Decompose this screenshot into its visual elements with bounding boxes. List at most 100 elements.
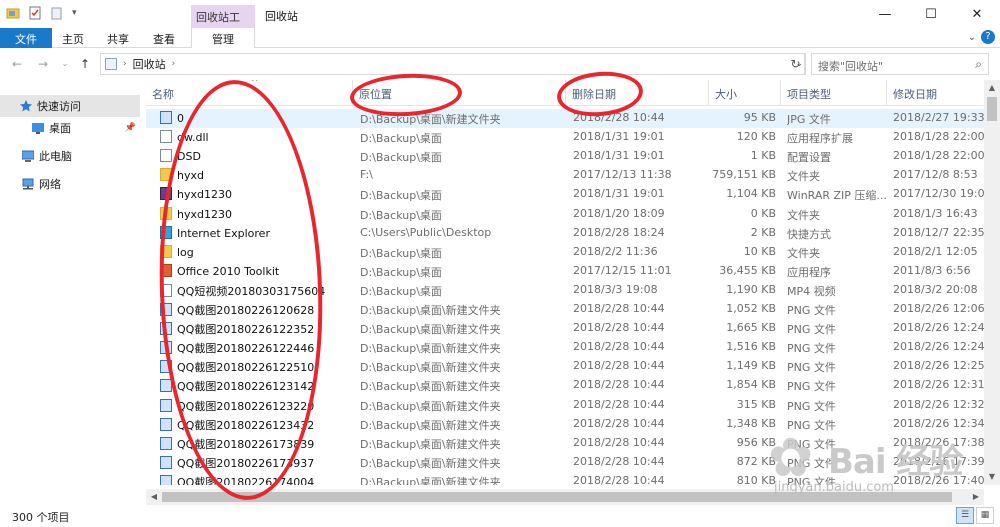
original-location: F:\ xyxy=(360,168,373,182)
tab-home[interactable]: 主页 xyxy=(52,28,94,48)
img-file-icon xyxy=(160,417,172,431)
tab-file[interactable]: 文件 xyxy=(0,28,52,48)
original-location: D:\Backup\桌面\新建文件夹 xyxy=(360,418,501,432)
file-name-cell: dw.dll xyxy=(160,130,350,144)
file-name-cell: QQ截图20180226122352 xyxy=(160,321,350,337)
address-bar[interactable]: › 回收站 › ⌄ xyxy=(100,53,806,75)
item-type: PNG 文件 xyxy=(787,304,836,317)
file-name: QQ短视频20180303175604 xyxy=(177,284,326,298)
table-row[interactable]: 0 D:\Backup\桌面\新建文件夹 2018/2/28 10:44 95 KB J… xyxy=(146,109,984,128)
tab-share[interactable]: 共享 xyxy=(97,28,139,48)
table-row[interactable]: QQ短视频20180303175604 D:\Backup\桌面 2018/3/3 … xyxy=(146,281,984,300)
sidebar-item-quick-access[interactable]: 快速访问 xyxy=(0,95,140,117)
item-type: 配置设置 xyxy=(787,151,831,165)
search-icon: ⌕ xyxy=(975,57,982,71)
table-row[interactable]: QQ截图20180226122352 D:\Backup\桌面\新建文件夹 2018… xyxy=(146,319,984,338)
properties-icon[interactable] xyxy=(28,6,42,20)
large-icons-view-button[interactable]: ▦ xyxy=(976,507,994,524)
tab-view[interactable]: 查看 xyxy=(143,28,185,48)
original-location: D:\Backup\桌面\新建文件夹 xyxy=(360,304,501,317)
date-deleted: 2018/2/28 10:44 xyxy=(573,321,665,335)
column-header-name[interactable]: 名称 ^ xyxy=(146,80,353,106)
table-row[interactable]: DSD D:\Backup\桌面 2018/1/31 19:01 1 KB 配置设置 20… xyxy=(146,147,984,166)
forward-icon[interactable]: → xyxy=(34,54,52,74)
scroll-down-icon[interactable]: ▼ xyxy=(984,469,1000,485)
table-row[interactable]: QQ截图20180226120628 D:\Backup\桌面\新建文件夹 2018… xyxy=(146,300,984,319)
maximize-button[interactable]: ☐ xyxy=(908,0,954,28)
column-header-item-type[interactable]: 项目类型 xyxy=(781,80,887,106)
refresh-button[interactable]: ↻ xyxy=(787,53,805,75)
column-header-row: 名称 ^ 原位置 删除日期 大小 项目类型 修改日期 xyxy=(146,80,984,106)
img-file-icon xyxy=(160,398,172,412)
file-size: 1,052 KB xyxy=(726,302,776,315)
sidebar-item-desktop[interactable]: 桌面 📌 xyxy=(0,117,140,139)
file-name: QQ截图20180226173839 xyxy=(177,437,315,451)
file-list: 名称 ^ 原位置 删除日期 大小 项目类型 修改日期 0 D:\Backup\桌面… xyxy=(146,80,984,485)
scrollbar-thumb[interactable] xyxy=(987,97,997,121)
sidebar-item-network[interactable]: 网络 xyxy=(0,173,140,195)
table-row[interactable]: QQ截图20180226174004 D:\Backup\桌面\新建文件夹 2018… xyxy=(146,472,984,485)
table-row[interactable]: hyxd1230 D:\Backup\桌面 2018/1/20 18:09 0 KB 文… xyxy=(146,205,984,224)
table-row[interactable]: Office 2010 Toolkit D:\Backup\桌面 2017/12/1… xyxy=(146,262,984,281)
new-folder-icon[interactable] xyxy=(50,6,64,20)
img-file-icon xyxy=(160,322,172,336)
ribbon: 文件 主页 共享 查看 管理 ⌄ ? xyxy=(0,28,1000,48)
original-location: D:\Backup\桌面 xyxy=(360,189,442,203)
pin-icon[interactable]: 📌 xyxy=(125,123,136,133)
up-icon[interactable]: ↑ xyxy=(76,54,94,74)
table-row[interactable]: QQ截图20180226123142 D:\Backup\桌面\新建文件夹 2018… xyxy=(146,376,984,395)
column-header-size[interactable]: 大小 xyxy=(709,80,781,106)
column-header-date-deleted[interactable]: 删除日期 xyxy=(566,80,709,106)
table-row[interactable]: QQ截图20180226122446 D:\Backup\桌面\新建文件夹 2018… xyxy=(146,338,984,357)
recent-locations-icon[interactable]: ⌄ xyxy=(56,54,74,74)
search-input[interactable]: 搜索"回收站" ⌕ xyxy=(811,53,989,75)
table-row[interactable]: hyxd1230 D:\Backup\桌面 2018/1/31 19:01 1,104… xyxy=(146,185,984,204)
back-icon[interactable]: ← xyxy=(8,54,26,74)
table-row[interactable]: QQ截图20180226173937 D:\Backup\桌面\新建文件夹 2018… xyxy=(146,453,984,472)
table-row[interactable]: dw.dll D:\Backup\桌面 2018/1/31 19:01 120 KB 应… xyxy=(146,128,984,147)
customize-qat-icon[interactable]: ▾ xyxy=(72,8,77,18)
scroll-up-icon[interactable]: ▲ xyxy=(984,80,1000,96)
help-icon[interactable]: ? xyxy=(981,30,995,44)
chevron-right-icon[interactable]: › xyxy=(172,59,176,69)
file-name-cell: log xyxy=(160,244,350,259)
date-deleted: 2018/1/31 19:01 xyxy=(573,187,665,201)
file-size: 95 KB xyxy=(743,111,776,124)
scrollbar-thumb[interactable] xyxy=(162,492,952,502)
table-row[interactable]: hyxd F:\ 2017/12/13 11:38 759,151 KB 文件夹 2017… xyxy=(146,166,984,185)
original-location: D:\Backup\桌面\新建文件夹 xyxy=(360,456,501,470)
details-view-button[interactable]: ☰ xyxy=(956,507,974,524)
desktop-icon xyxy=(32,122,44,134)
column-header-original-location[interactable]: 原位置 xyxy=(353,80,566,106)
scroll-right-icon[interactable]: ▶ xyxy=(968,489,984,505)
sidebar-item-label: 此电脑 xyxy=(39,150,72,163)
table-row[interactable]: QQ截图20180226122510 D:\Backup\桌面\新建文件夹 2018… xyxy=(146,357,984,376)
date-deleted: 2018/2/28 10:44 xyxy=(573,473,665,485)
breadcrumb[interactable]: 回收站 xyxy=(133,56,166,72)
item-type: 文件夹 xyxy=(787,170,820,184)
expand-ribbon-icon[interactable]: ⌄ xyxy=(968,32,976,43)
date-modified: 2018/2/26 17:40 xyxy=(893,473,984,485)
vertical-scrollbar[interactable]: ▲ ▼ xyxy=(984,80,1000,485)
minimize-button[interactable]: — xyxy=(862,0,908,28)
file-size: 872 KB xyxy=(736,454,776,468)
column-header-date-modified[interactable]: 修改日期 xyxy=(887,80,984,106)
sidebar-item-this-pc[interactable]: 此电脑 xyxy=(0,145,140,167)
original-location: D:\Backup\桌面\新建文件夹 xyxy=(360,475,501,485)
table-row[interactable]: log D:\Backup\桌面 2018/2/2 11:36 10 KB 文件夹 201… xyxy=(146,243,984,262)
file-size: 315 KB xyxy=(736,397,776,411)
table-row[interactable]: QQ截图20180226123220 D:\Backup\桌面\新建文件夹 2018… xyxy=(146,396,984,415)
original-location: D:\Backup\桌面 xyxy=(360,132,442,146)
file-size: 810 KB xyxy=(736,473,776,485)
file-name-cell: QQ截图20180226122446 xyxy=(160,340,350,356)
tab-manage[interactable]: 管理 xyxy=(191,28,255,48)
horizontal-scrollbar[interactable]: ◀ ▶ xyxy=(146,489,984,505)
file-name: Office 2010 Toolkit xyxy=(177,264,280,278)
table-row[interactable]: QQ截图20180226173839 D:\Backup\桌面\新建文件夹 2018… xyxy=(146,434,984,453)
table-row[interactable]: QQ截图20180226123432 D:\Backup\桌面\新建文件夹 2018… xyxy=(146,415,984,434)
chevron-right-icon[interactable]: › xyxy=(123,59,127,69)
table-row[interactable]: Internet Explorer C:\Users\Public\Desktop… xyxy=(146,224,984,243)
file-size: 0 KB xyxy=(750,206,776,220)
scroll-left-icon[interactable]: ◀ xyxy=(146,489,162,505)
close-button[interactable]: ✕ xyxy=(954,0,1000,28)
